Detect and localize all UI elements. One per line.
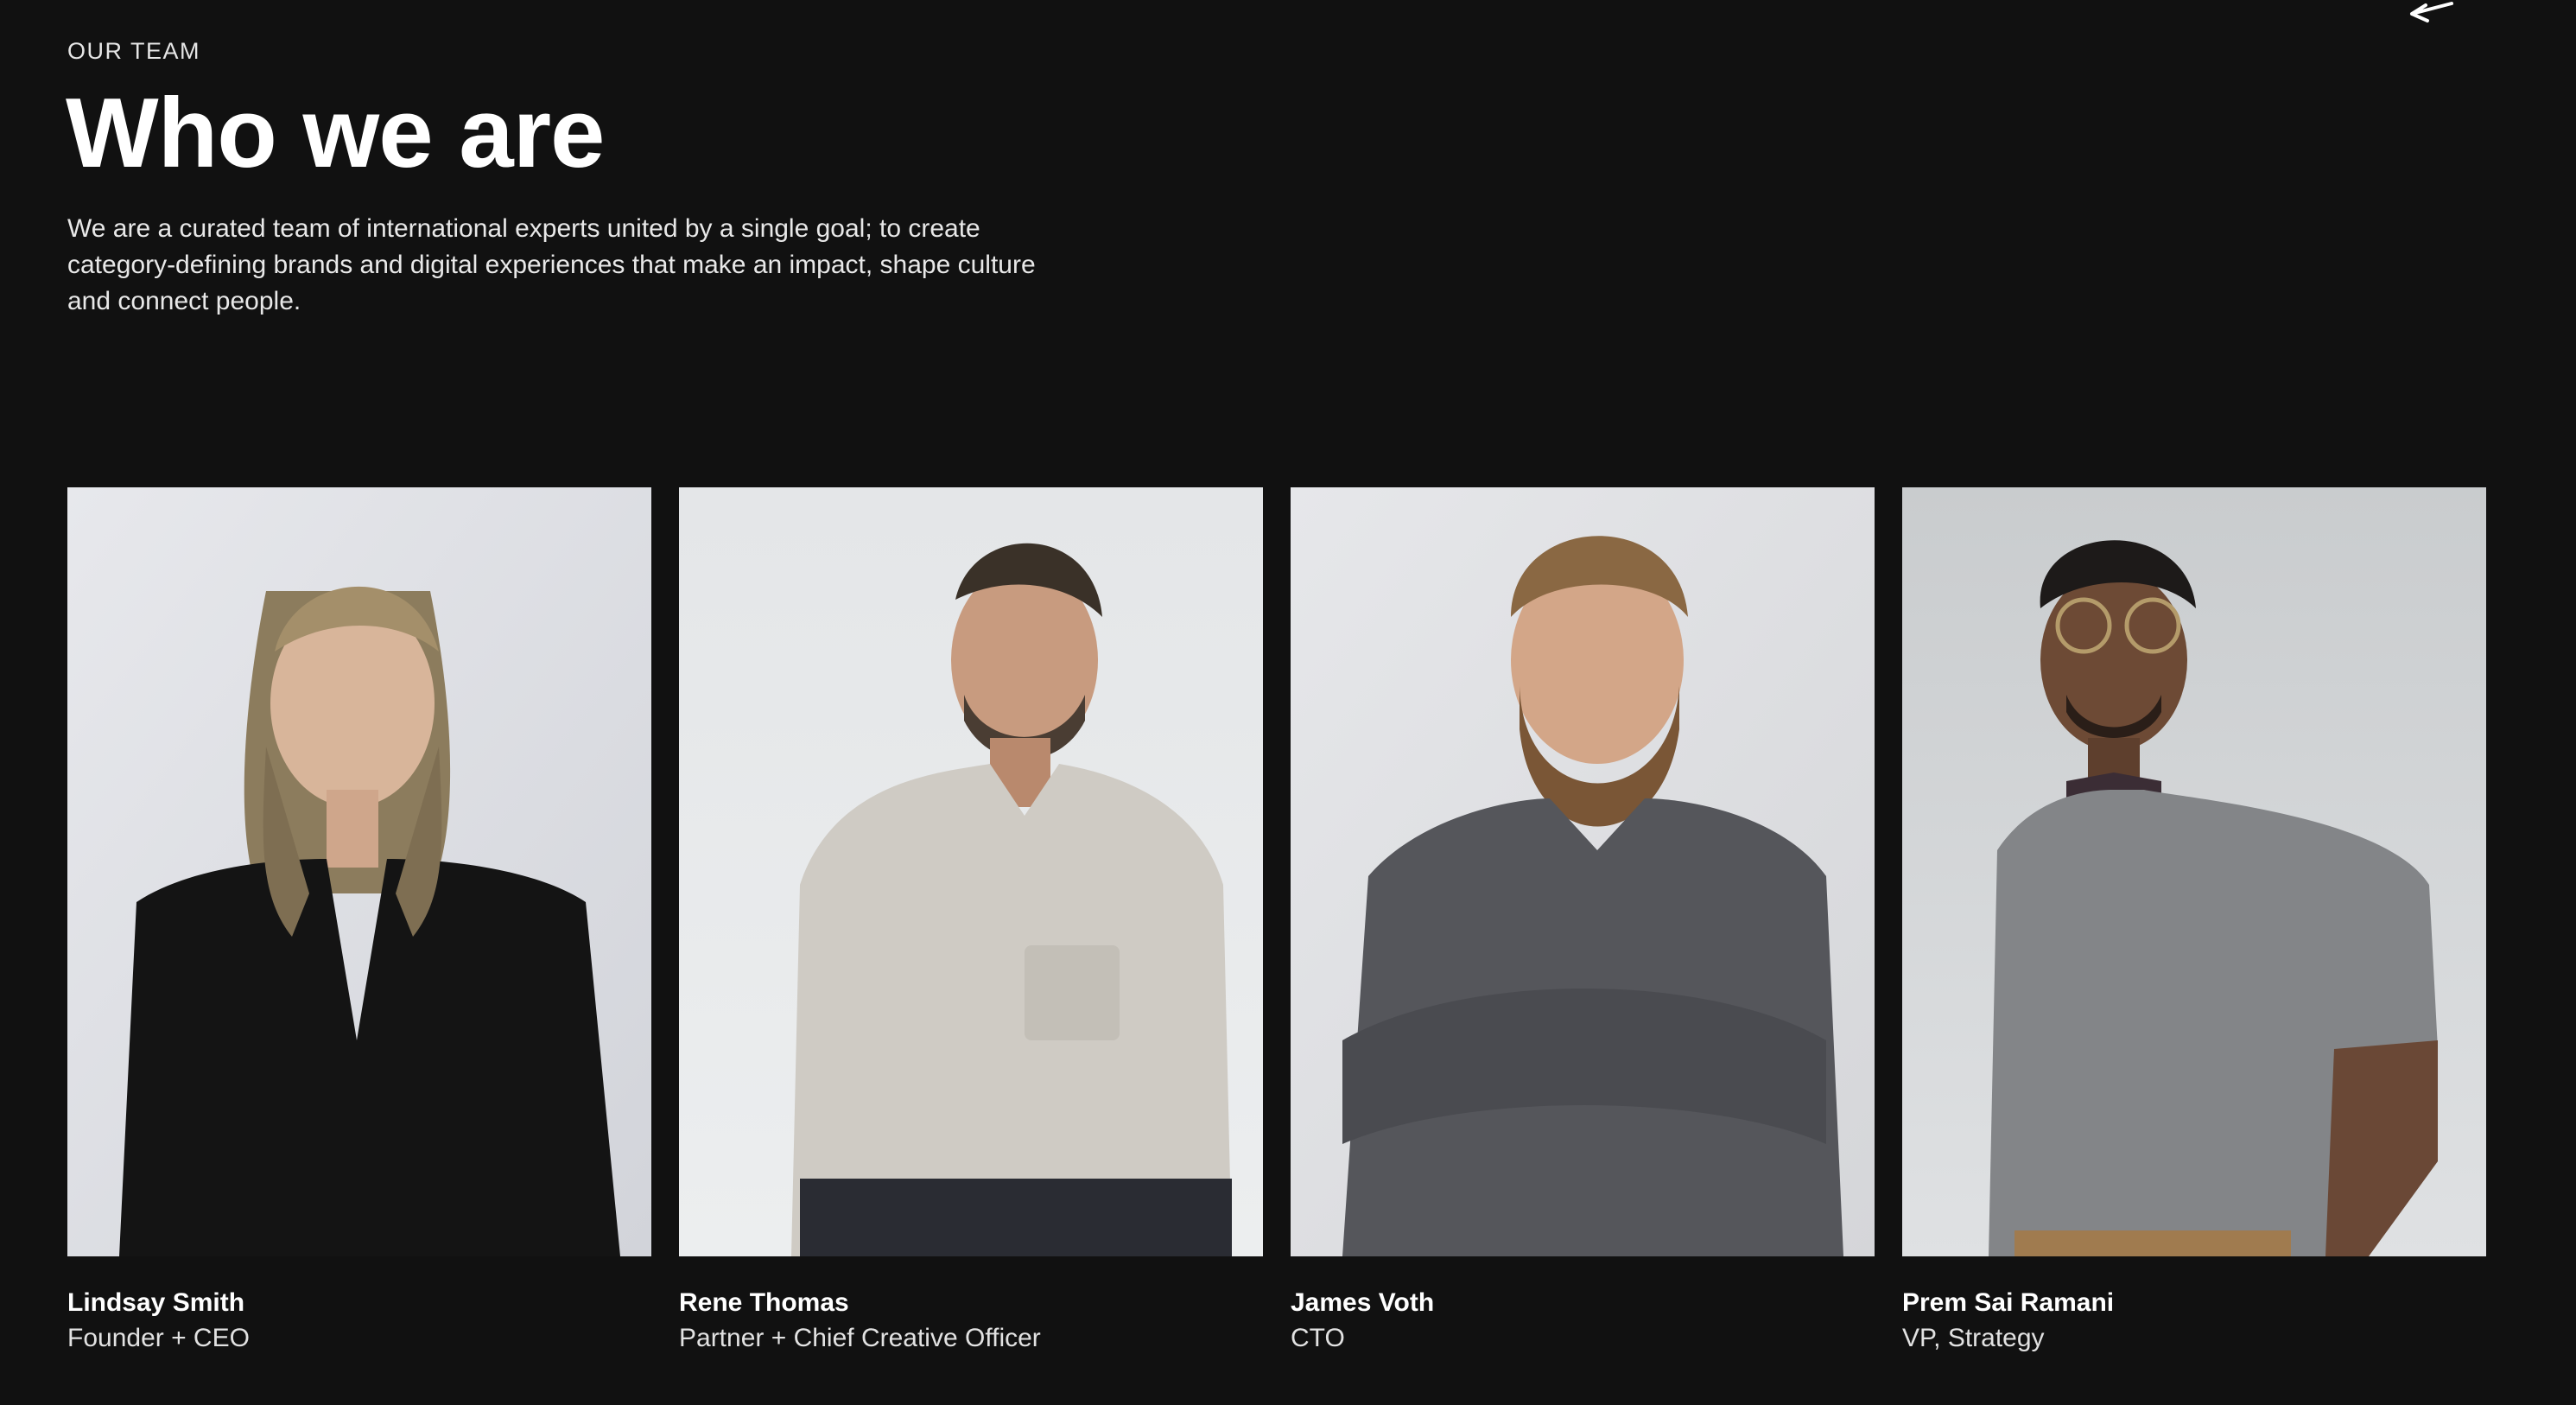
intro-text: We are a curated team of international e… [67, 214, 1036, 315]
portrait-photo [1902, 487, 2486, 1256]
member-role: Partner + Chief Creative Officer [679, 1324, 1041, 1352]
team-grid: Lindsay Smith Founder + CEO Rene Thomas … [67, 487, 2486, 1357]
member-role: Founder + CEO [67, 1324, 250, 1352]
team-card-rene-thomas[interactable]: Rene Thomas Partner + Chief Creative Off… [679, 487, 1263, 1357]
arrow-icon[interactable] [2403, 0, 2455, 26]
section-eyebrow: OUR TEAM [67, 38, 201, 64]
team-card-prem-sai-ramani[interactable]: Prem Sai Ramani VP, Strategy [1902, 487, 2486, 1357]
portrait-photo [1291, 487, 1875, 1256]
portrait-photo [679, 487, 1263, 1256]
member-role: VP, Strategy [1902, 1324, 2045, 1352]
team-card-james-voth[interactable]: James Voth CTO [1291, 487, 1875, 1357]
member-name: Lindsay Smith [67, 1288, 245, 1317]
team-card-lindsay-smith[interactable]: Lindsay Smith Founder + CEO [67, 487, 651, 1357]
member-name: James Voth [1291, 1288, 1435, 1317]
page-title: Who we are [66, 79, 605, 188]
member-name: Prem Sai Ramani [1902, 1288, 2115, 1317]
member-name: Rene Thomas [679, 1288, 849, 1317]
portrait-photo [67, 487, 651, 1256]
member-role: CTO [1291, 1324, 1345, 1352]
